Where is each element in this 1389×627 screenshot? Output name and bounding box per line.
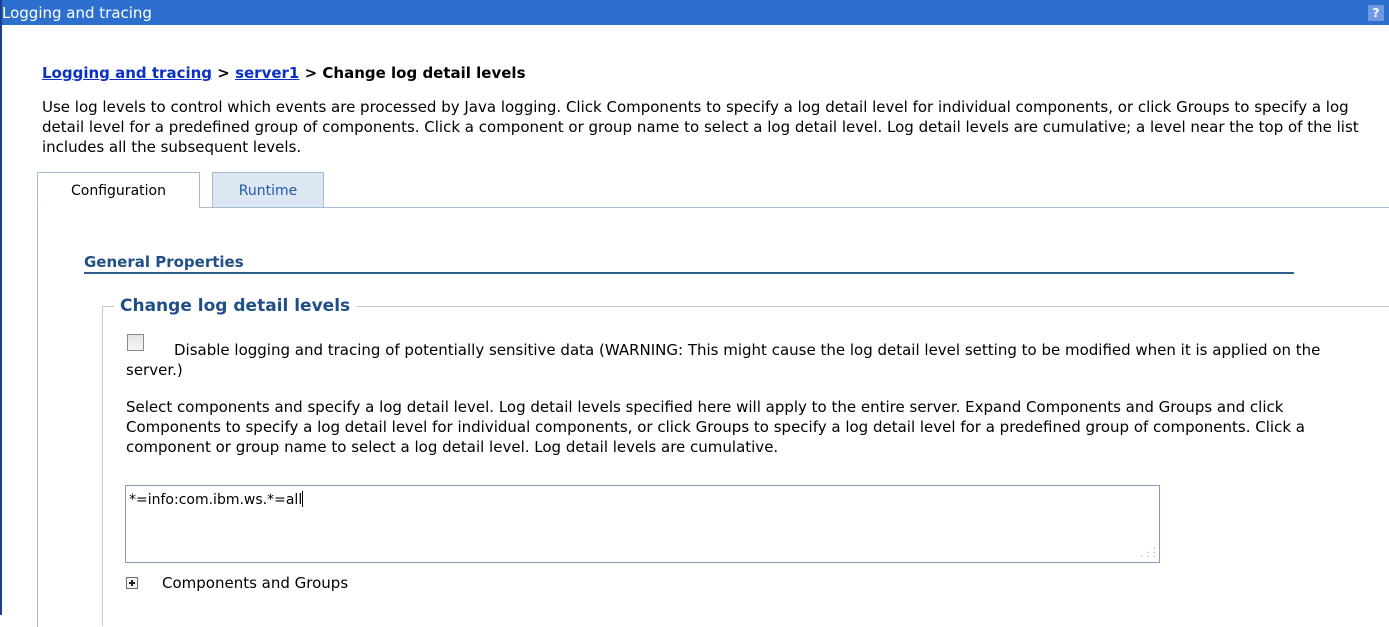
breadcrumb: Logging and tracing > server1 > Change l… [42, 64, 526, 82]
portlet-titlebar: Logging and tracing ? [2, 0, 1389, 25]
log-detail-spec-value: *=info:com.ibm.ws.*=all [129, 491, 304, 508]
help-icon[interactable]: ? [1368, 5, 1384, 21]
breadcrumb-link-server1[interactable]: server1 [235, 64, 299, 82]
page-description: Use log levels to control which events a… [42, 98, 1359, 156]
breadcrumb-separator: > [304, 64, 318, 82]
fieldset-legend: Change log detail levels [114, 296, 357, 316]
components-and-groups-expander[interactable]: Components and Groups [162, 574, 348, 592]
disable-sensitive-logging-label: Disable logging and tracing of potential… [126, 341, 1321, 379]
section-divider [84, 272, 1294, 274]
text-caret [302, 491, 304, 507]
log-detail-spec-textarea[interactable]: *=info:com.ibm.ws.*=all · · · · · · [125, 485, 1160, 563]
breadcrumb-link-logging-and-tracing[interactable]: Logging and tracing [42, 64, 212, 82]
plus-icon[interactable] [126, 577, 138, 589]
portlet-title: Logging and tracing [2, 4, 152, 22]
breadcrumb-separator: > [217, 64, 230, 82]
breadcrumb-current-page: Change log detail levels [322, 64, 526, 82]
disable-sensitive-logging-checkbox[interactable] [127, 334, 144, 351]
log-level-instructions: Select components and specify a log deta… [126, 398, 1305, 456]
tab-runtime[interactable]: Runtime [212, 172, 324, 208]
admin-console-window: Logging and tracing ? Logging and tracin… [0, 0, 1389, 627]
general-properties-heading: General Properties [84, 253, 244, 271]
tab-configuration[interactable]: Configuration [37, 172, 200, 208]
resize-grip-icon[interactable]: · · · · · · [1140, 545, 1156, 563]
